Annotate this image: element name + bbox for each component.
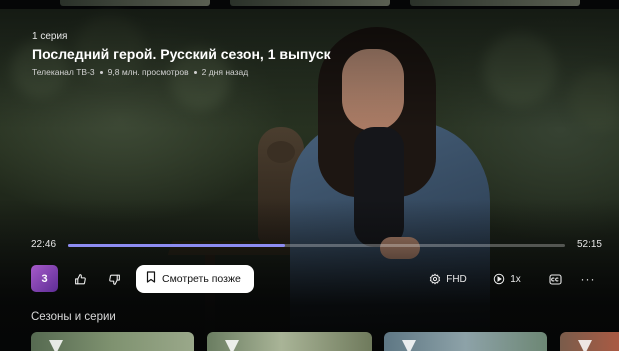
speed-label: 1x xyxy=(510,273,521,285)
channel-logo-text: 3 xyxy=(41,272,48,285)
tv3-logo-icon xyxy=(578,340,592,351)
tv3-logo-icon xyxy=(225,340,239,351)
channel-logo[interactable]: 3 xyxy=(31,265,58,292)
episode-card[interactable] xyxy=(560,332,619,351)
episode-meta-line: Телеканал ТВ-3 9,8 млн. просмотров 2 дня… xyxy=(32,67,452,77)
play-circle-icon xyxy=(493,273,505,285)
video-player-screen: 1 серия Последний герой. Русский сезон, … xyxy=(0,0,619,351)
tv3-logo-icon xyxy=(402,340,416,351)
top-thumbnail xyxy=(60,0,210,6)
player-controls: 3 Смотреть позже FHD 1x ··· xyxy=(0,265,619,293)
dislike-button[interactable] xyxy=(103,268,125,290)
episode-carousel xyxy=(0,332,619,351)
top-strip xyxy=(0,0,619,9)
gear-icon xyxy=(429,273,441,285)
separator-dot xyxy=(99,70,103,74)
like-button[interactable] xyxy=(69,268,91,290)
subtitles-icon xyxy=(548,273,562,285)
top-thumbnail xyxy=(410,0,580,6)
episode-card[interactable] xyxy=(207,332,372,351)
episode-card[interactable] xyxy=(384,332,547,351)
episode-number: 1 серия xyxy=(32,31,68,42)
total-duration: 52:15 xyxy=(576,239,602,250)
more-options-button[interactable]: ··· xyxy=(580,268,596,290)
episode-title: Последний герой. Русский сезон, 1 выпуск xyxy=(32,46,331,62)
watch-later-button[interactable]: Смотреть позже xyxy=(136,265,254,293)
seasons-section-title: Сезоны и серии xyxy=(31,311,116,323)
episode-card[interactable] xyxy=(31,332,194,351)
top-thumbnail xyxy=(230,0,390,6)
quality-label: FHD xyxy=(446,273,467,285)
playback-speed-button[interactable]: 1x xyxy=(490,268,524,290)
tv3-logo-icon xyxy=(49,340,63,351)
subtitles-button[interactable] xyxy=(545,268,565,290)
progress-fill xyxy=(68,244,285,247)
publish-age: 2 дня назад xyxy=(201,67,249,77)
quality-button[interactable]: FHD xyxy=(424,268,472,290)
thumbs-down-icon xyxy=(108,273,121,286)
channel-name: Телеканал ТВ-3 xyxy=(32,67,95,77)
bookmark-icon xyxy=(146,270,156,288)
progress-bar[interactable] xyxy=(68,244,565,247)
separator-dot xyxy=(193,70,197,74)
episode-info: 1 серия Последний герой. Русский сезон, … xyxy=(32,31,452,77)
more-icon: ··· xyxy=(580,272,596,286)
watch-later-label: Смотреть позже xyxy=(162,273,241,285)
thumbs-up-icon xyxy=(74,273,87,286)
view-count: 9,8 млн. просмотров xyxy=(107,67,189,77)
current-time: 22:46 xyxy=(31,239,57,250)
